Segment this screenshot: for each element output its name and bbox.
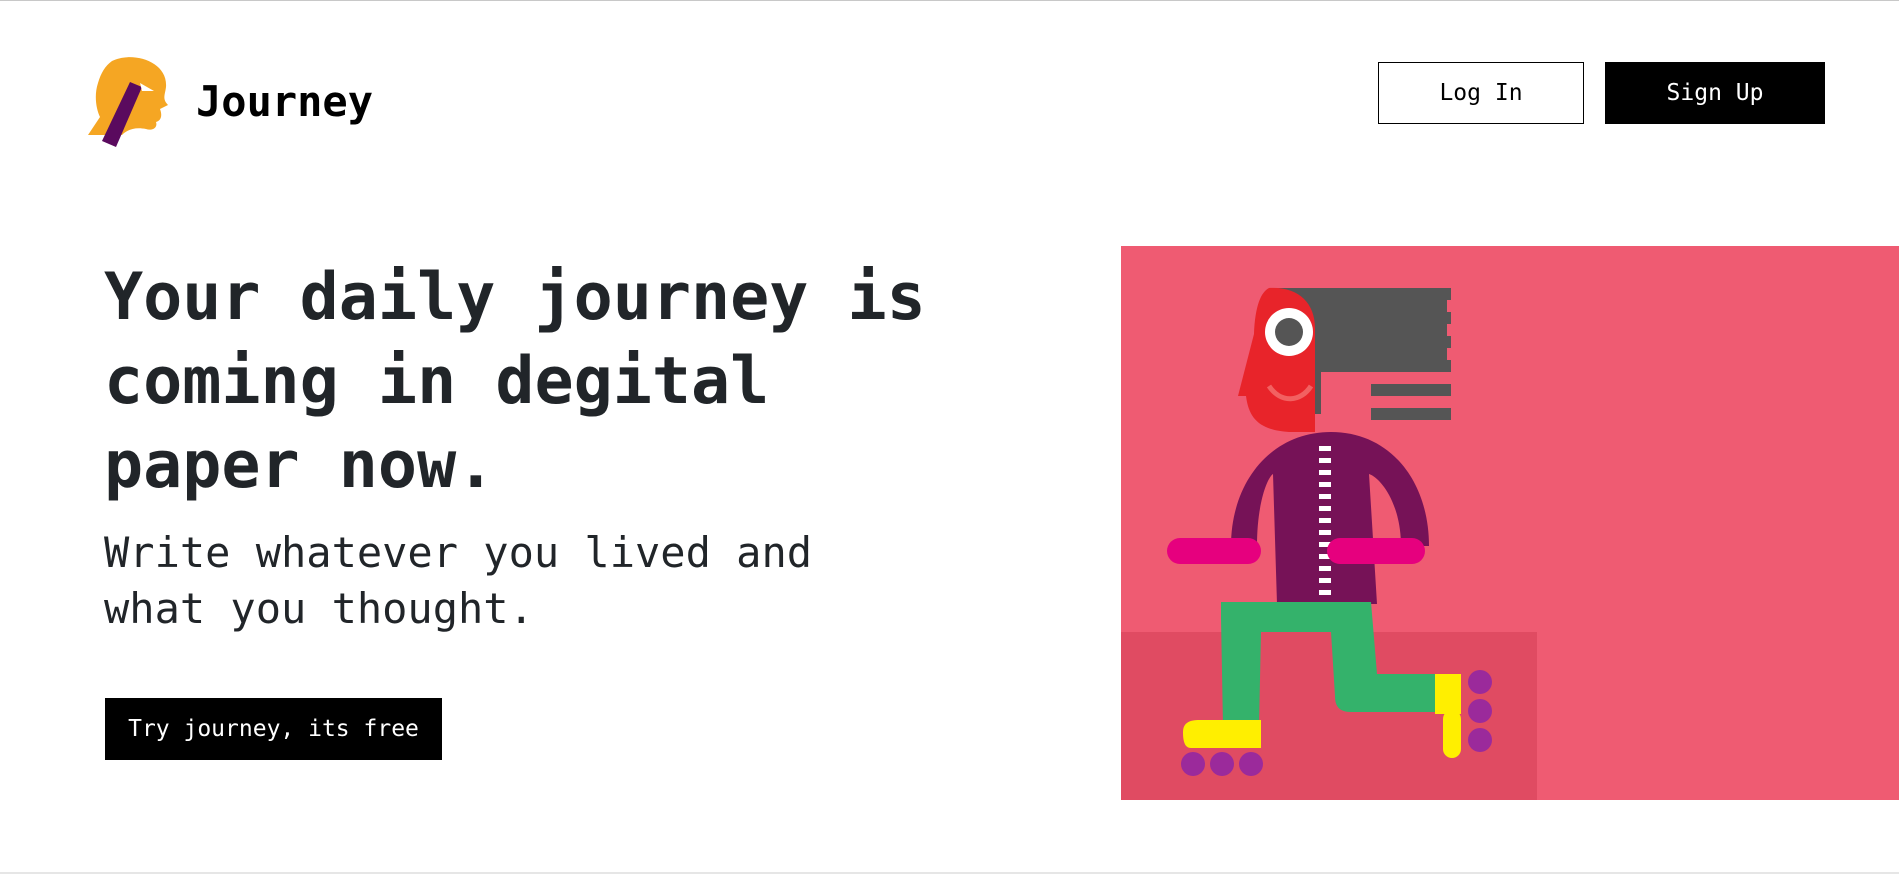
journey-logo-icon xyxy=(88,57,168,147)
hero-title: Your daily journey is coming in degital … xyxy=(104,260,926,503)
brand-name: Journey xyxy=(196,76,374,126)
brand-home-link[interactable]: Journey xyxy=(88,55,373,147)
login-button[interactable]: Log In xyxy=(1378,62,1584,124)
hero-subtitle: Write whatever you lived and what you th… xyxy=(104,528,813,633)
top-divider xyxy=(0,0,1899,1)
try-free-button[interactable]: Try journey, its free xyxy=(105,698,442,760)
roller-skater-illustration xyxy=(1121,246,1899,800)
signup-button[interactable]: Sign Up xyxy=(1605,62,1825,124)
